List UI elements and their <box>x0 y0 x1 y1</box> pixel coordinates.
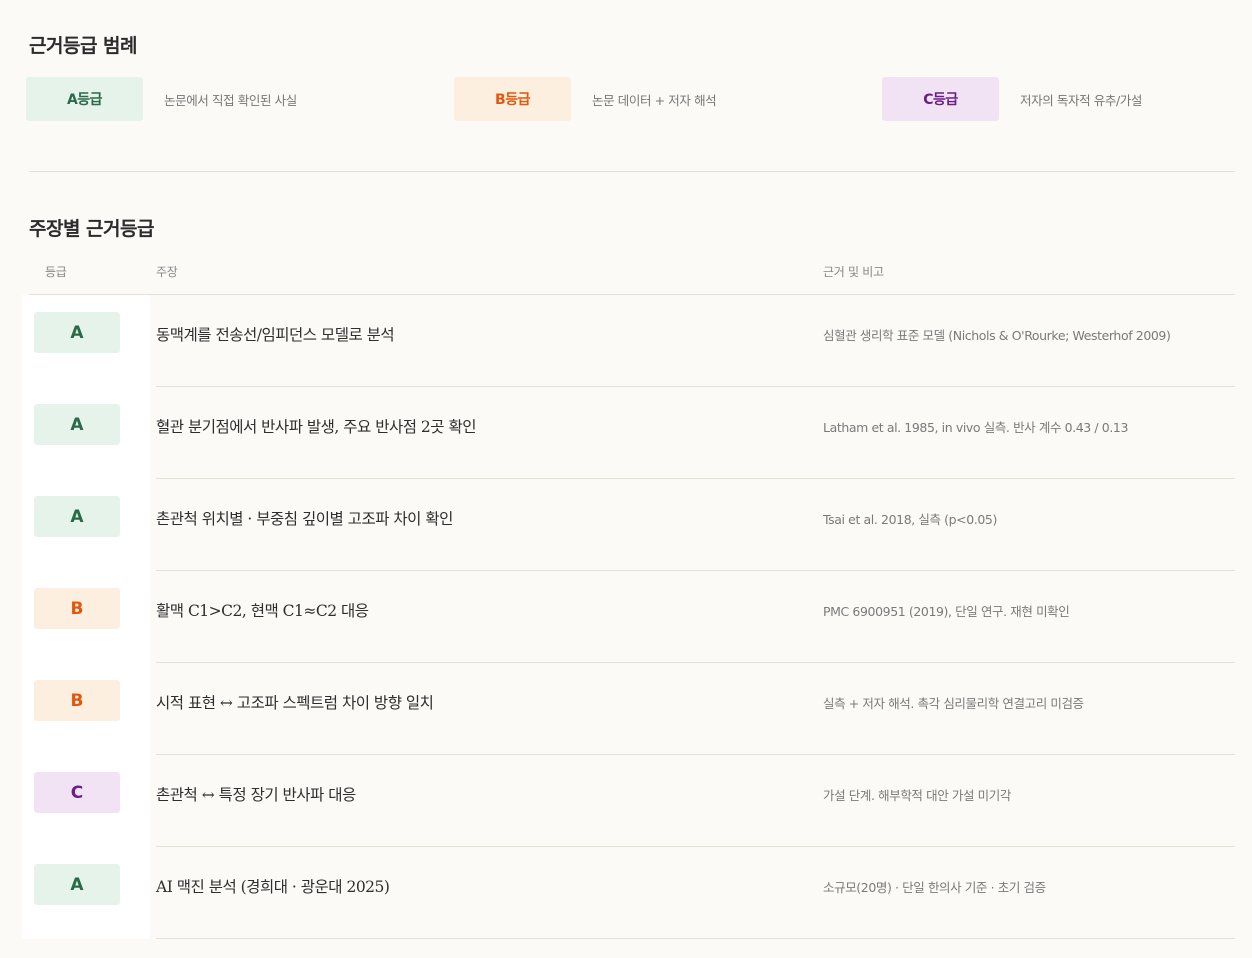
evidence-note: Tsai et al. 2018, 실측 (p<0.05) <box>823 512 997 527</box>
legend-desc-b: 논문 데이터 + 저자 해석 <box>592 92 717 108</box>
claim-text: 활맥 C1>C2, 현맥 C1≈C2 대응 <box>156 602 369 620</box>
grade-badge: B <box>34 680 120 721</box>
table-row: B 시적 표현 ↔ 고조파 스펙트럼 차이 방향 일치 실측 + 저자 해석. 촉각… <box>22 663 1235 755</box>
evidence-note: PMC 6900951 (2019), 단일 연구. 재현 미확인 <box>823 604 1070 619</box>
legend-title: 근거등급 범례 <box>29 35 138 57</box>
grade-badge: C <box>34 772 120 813</box>
evidence-note: Latham et al. 1985, in vivo 실측. 반사 계수 0.… <box>823 420 1129 435</box>
claim-text: 촌관척 위치별 · 부중침 깊이별 고조파 차이 확인 <box>156 510 453 528</box>
table-title: 주장별 근거등급 <box>29 218 154 240</box>
table-row: A 혈관 분기점에서 반사파 발생, 주요 반사점 2곳 확인 Latham et … <box>22 387 1235 479</box>
table-row: A 동맥계를 전송선/임피던스 모델로 분석 심혈관 생리학 표준 모델 (Nich… <box>22 295 1235 387</box>
table-row: C 촌관척 ↔ 특정 장기 반사파 대응 가설 단계. 해부학적 대안 가설 미기각 <box>22 755 1235 847</box>
legend-item-a: A등급 논문에서 직접 확인된 사실 <box>26 77 297 121</box>
evidence-note: 가설 단계. 해부학적 대안 가설 미기각 <box>823 788 1011 803</box>
grade-badge-b: B등급 <box>454 77 571 121</box>
grade-badge-a: A등급 <box>26 77 143 121</box>
section-divider <box>29 171 1235 172</box>
claim-text: 혈관 분기점에서 반사파 발생, 주요 반사점 2곳 확인 <box>156 418 476 436</box>
grade-badge: A <box>34 864 120 905</box>
claim-text: 동맥계를 전송선/임피던스 모델로 분석 <box>156 326 395 344</box>
legend-desc-c: 저자의 독자적 유추/가설 <box>1020 92 1142 108</box>
legend-desc-a: 논문에서 직접 확인된 사실 <box>164 92 297 108</box>
column-header-note: 근거 및 비고 <box>823 265 884 279</box>
column-header-grade: 등급 <box>45 265 67 279</box>
table-row: A AI 맥진 분석 (경희대 · 광운대 2025) 소규모(20명) · 단일 … <box>22 847 1235 939</box>
table-row: A 촌관척 위치별 · 부중침 깊이별 고조파 차이 확인 Tsai et al. … <box>22 479 1235 571</box>
row-divider <box>156 938 1235 939</box>
claim-text: 시적 표현 ↔ 고조파 스펙트럼 차이 방향 일치 <box>156 694 434 712</box>
grade-badge-c: C등급 <box>882 77 999 121</box>
grade-badge: A <box>34 312 120 353</box>
grade-badge: B <box>34 588 120 629</box>
legend-item-b: B등급 논문 데이터 + 저자 해석 <box>454 77 717 121</box>
table-row: B 활맥 C1>C2, 현맥 C1≈C2 대응 PMC 6900951 (2019)… <box>22 571 1235 663</box>
grade-badge: A <box>34 404 120 445</box>
claim-text: AI 맥진 분석 (경희대 · 광운대 2025) <box>156 878 390 896</box>
column-header-claim: 주장 <box>156 265 178 279</box>
evidence-note: 소규모(20명) · 단일 한의사 기준 · 초기 검증 <box>823 880 1046 895</box>
claim-text: 촌관척 ↔ 특정 장기 반사파 대응 <box>156 786 356 804</box>
evidence-note: 심혈관 생리학 표준 모델 (Nichols & O'Rourke; Weste… <box>823 328 1171 343</box>
evidence-note: 실측 + 저자 해석. 촉각 심리물리학 연결고리 미검증 <box>823 696 1084 711</box>
grade-badge: A <box>34 496 120 537</box>
legend-item-c: C등급 저자의 독자적 유추/가설 <box>882 77 1142 121</box>
